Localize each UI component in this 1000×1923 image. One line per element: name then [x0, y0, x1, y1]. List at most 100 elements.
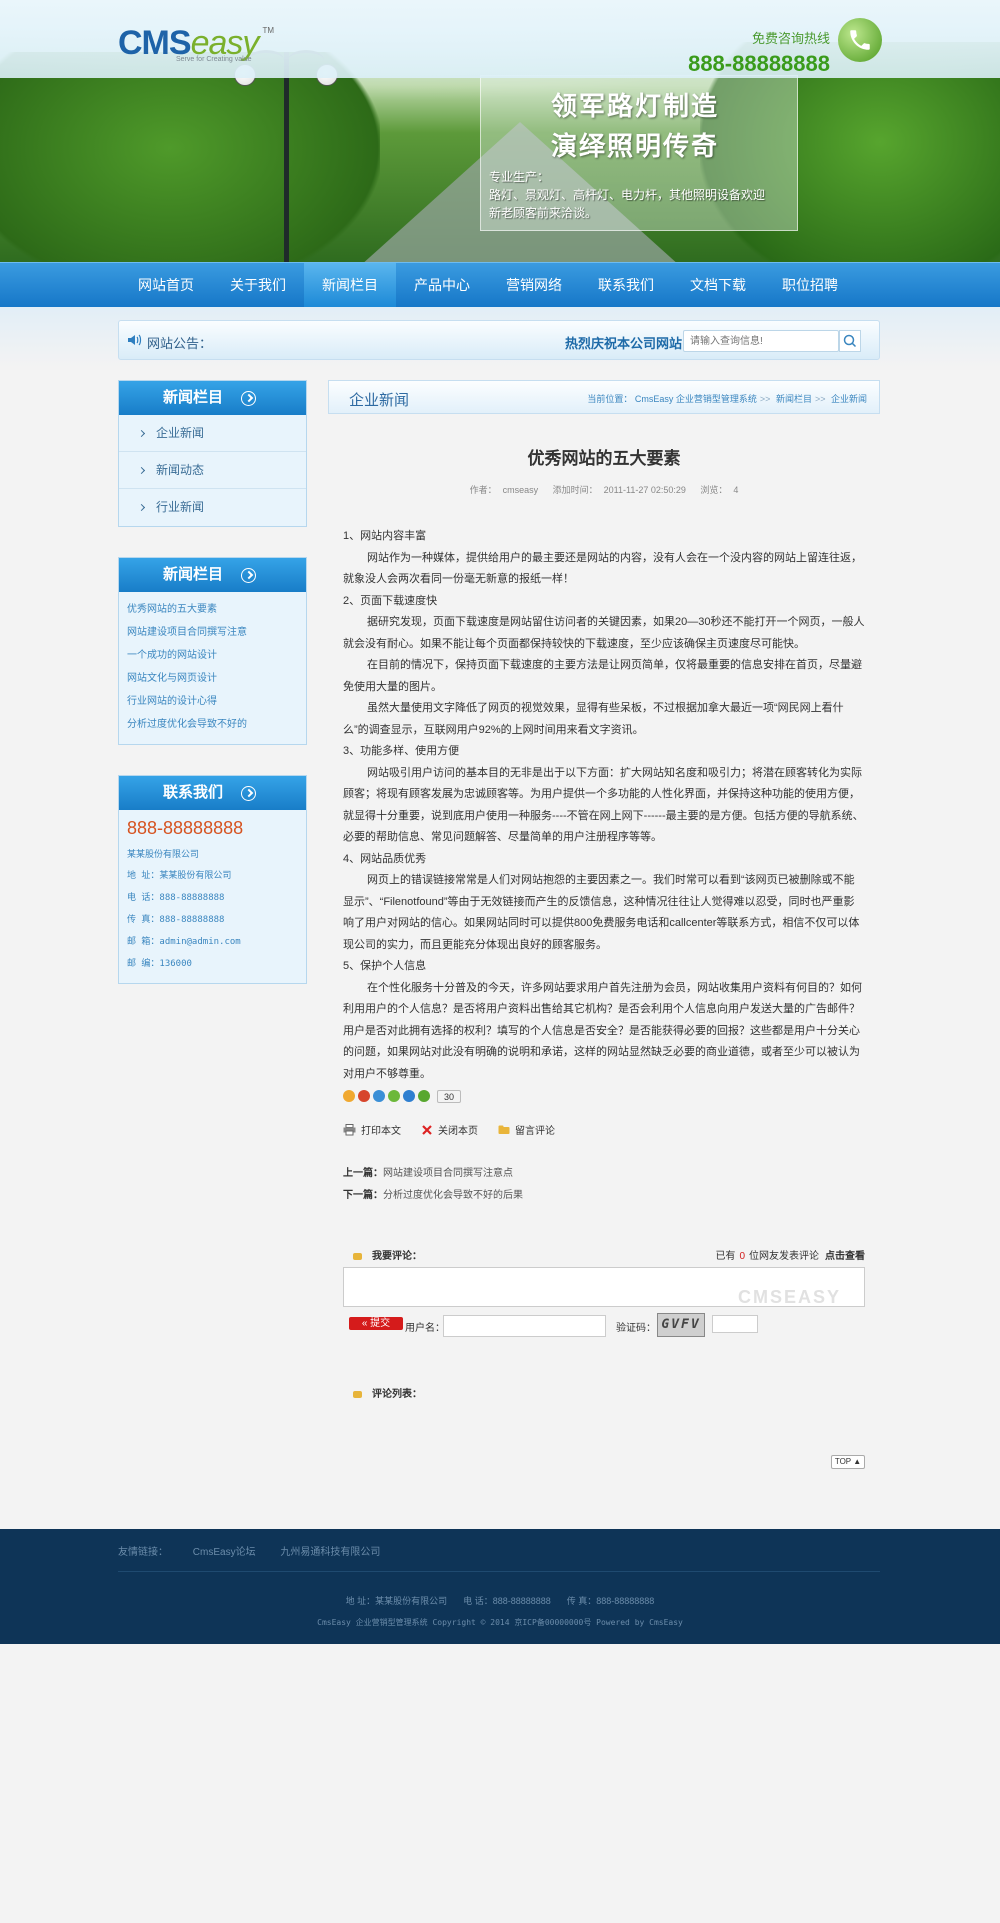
username-input[interactable] [443, 1315, 606, 1337]
share-bar: 30 [343, 1088, 880, 1104]
article-paragraph: 据研究发现，页面下载速度是网站留住访问者的关键因素，如果20—30秒还不能打开一… [343, 616, 865, 650]
article-paragraph: 网站作为一种媒体，提供给用户的最主要还是网站的内容，没有人会在一个没内容的网站上… [343, 551, 862, 586]
category-item[interactable]: 企业新闻 [119, 415, 306, 452]
breadcrumb-link[interactable]: 新闻栏目 [776, 394, 812, 404]
category-item[interactable]: 行业新闻 [119, 489, 306, 526]
article-paragraph: 在目前的情况下，保持页面下载速度的主要方法是让网页简单，仅将最重要的信息安排在首… [343, 659, 862, 693]
comment-stats: 已有 0 位网友发表评论 点击查看 [715, 1251, 865, 1262]
news-link[interactable]: 优秀网站的五大要素 [127, 598, 298, 621]
prev-article-link[interactable]: 网站建设项目合同撰写注意点 [383, 1168, 513, 1179]
news-box: 新闻栏目 优秀网站的五大要素 网站建设项目合同撰写注意 一个成功的网站设计 网站… [118, 557, 307, 745]
site-logo[interactable]: CMSeasy TM Serve for Creating value [118, 26, 278, 70]
comment-section: 我要评论： 已有 0 位网友发表评论 点击查看 CMSEASY « 提交 用户名： 验… [343, 1247, 865, 1405]
share-icon[interactable] [373, 1090, 385, 1102]
category-item[interactable]: 新闻动态 [119, 452, 306, 489]
captcha-image[interactable]: GVFV [657, 1313, 705, 1337]
phone-icon [838, 18, 882, 62]
article-paragraph: 在个性化服务十分普及的今天，许多网站要求用户首先注册为会员，网站收集用户资料有何… [343, 981, 862, 1080]
article-heading: 5、保护个人信息 [343, 960, 427, 972]
chevron-right-icon [137, 467, 146, 475]
breadcrumb-link[interactable]: 企业新闻 [831, 394, 867, 404]
close-page-button[interactable]: 关闭本页 [421, 1122, 478, 1137]
category-box: 新闻栏目 企业新闻 新闻动态 行业新闻 [118, 380, 307, 527]
contact-box: 联系我们 888-88888888 某某股份有限公司 地 址：某某股份有限公司 … [118, 775, 307, 984]
article-paragraph: 网页上的错误链接常常是人们对网站抱怨的主要因素之一。我们时常可以看到“该网页已被… [343, 874, 860, 951]
arrow-right-icon[interactable] [241, 568, 256, 583]
nav-item-network[interactable]: 营销网络 [488, 263, 580, 307]
next-article: 下一篇：分析过度优化会导致不好的后果 [343, 1190, 523, 1201]
back-to-top-button[interactable]: TOP ▲ [831, 1455, 865, 1469]
nav-item-home[interactable]: 网站首页 [120, 263, 212, 307]
news-link[interactable]: 行业网站的设计心得 [127, 690, 298, 713]
news-box-title: 新闻栏目 [163, 566, 224, 583]
breadcrumb-link[interactable]: CmsEasy 企业营销型管理系统 [635, 394, 757, 404]
submit-button[interactable]: « 提交 [349, 1317, 403, 1330]
share-icon[interactable] [388, 1090, 400, 1102]
article-column: 企业新闻 当前位置： CmsEasy 企业营销型管理系统 >> 新闻栏目 >> 企业… [328, 380, 880, 1469]
comment-list-title: 评论列表： [353, 1385, 422, 1400]
arrow-right-icon[interactable] [241, 786, 256, 801]
nav-item-products[interactable]: 产品中心 [396, 263, 488, 307]
comment-title: 我要评论： [353, 1247, 422, 1262]
news-link[interactable]: 网站文化与网页设计 [127, 667, 298, 690]
nav-item-about[interactable]: 关于我们 [212, 263, 304, 307]
search-input[interactable] [684, 331, 834, 351]
nav-item-news[interactable]: 新闻栏目 [304, 263, 396, 307]
captcha-label: 验证码： [616, 1323, 656, 1334]
header: CMSeasy TM Serve for Creating value 免费咨询… [0, 0, 1000, 78]
article-paragraph: 虽然大量使用文字降低了网页的视觉效果，显得有些呆板，不过根据加拿大最近一项“网民… [343, 702, 844, 736]
contact-row: 电 话：888-88888888 [127, 893, 225, 903]
notice-bar: 网站公告： 热烈庆祝本公司网站 [118, 320, 880, 360]
hotline: 免费咨询热线 888-88888888 [688, 28, 830, 77]
search-icon [843, 334, 857, 348]
article-body: 1、网站内容丰富网站作为一种媒体，提供给用户的最主要还是网站的内容，没有人会在一… [343, 526, 865, 1086]
view-comments-link[interactable]: 点击查看 [825, 1251, 865, 1262]
share-icon[interactable] [418, 1090, 430, 1102]
banner-promo-box: 领军路灯制造 演绎照明传奇 专业生产： 路灯、景观灯、高杆灯、电力杆，其他照明设… [480, 75, 798, 231]
arrow-right-icon[interactable] [241, 391, 256, 406]
contact-row: 地 址：某某股份有限公司 [127, 871, 232, 881]
friend-links: 友情链接： CmsEasy论坛 九州易通科技有限公司 [118, 1547, 381, 1558]
friend-link[interactable]: CmsEasy论坛 [193, 1547, 256, 1558]
contact-row: 传 真：888-88888888 [127, 915, 225, 925]
username-label: 用户名： [405, 1323, 445, 1334]
nav-item-jobs[interactable]: 职位招聘 [764, 263, 856, 307]
contact-company: 某某股份有限公司 [127, 849, 200, 859]
section-title: 企业新闻 [349, 392, 410, 409]
nav-item-contact[interactable]: 联系我们 [580, 263, 672, 307]
share-icon[interactable] [403, 1090, 415, 1102]
contact-row: 邮 箱：admin@admin.com [127, 937, 241, 947]
contact-phone: 888-88888888 [127, 818, 244, 838]
article-heading: 4、网站品质优秀 [343, 852, 427, 865]
contact-box-title: 联系我们 [163, 784, 224, 801]
hotline-label: 免费咨询热线 [751, 31, 830, 46]
notice-message[interactable]: 热烈庆祝本公司网站 [565, 333, 682, 352]
close-icon [422, 1124, 432, 1135]
sidebar: 新闻栏目 企业新闻 新闻动态 行业新闻 新闻栏目 优秀网站的五大要素 网站建设项… [118, 380, 307, 1014]
article-heading: 3、功能多样、使用方便 [343, 745, 460, 757]
comment-link[interactable]: 留言评论 [498, 1122, 555, 1137]
prev-next-links: 上一篇：网站建设项目合同撰写注意点 下一篇：分析过度优化会导致不好的后果 [343, 1163, 880, 1207]
breadcrumb-bar: 企业新闻 当前位置： CmsEasy 企业营销型管理系统 >> 新闻栏目 >> 企业… [328, 380, 880, 414]
news-link[interactable]: 网站建设项目合同撰写注意 [127, 621, 298, 644]
search-box [683, 330, 839, 352]
news-link[interactable]: 一个成功的网站设计 [127, 644, 298, 667]
search-button[interactable] [839, 330, 861, 352]
news-link[interactable]: 分析过度优化会导致不好的 [127, 713, 298, 736]
category-box-title: 新闻栏目 [163, 389, 224, 406]
promo-headline-2: 演绎照明传奇 [551, 132, 720, 162]
article-heading: 1、网站内容丰富 [343, 530, 427, 542]
chevron-right-icon [137, 430, 146, 438]
article-title: 优秀网站的五大要素 [527, 449, 681, 468]
footer-copyright: CmsEasy 企业营销型管理系统 Copyright © 2014 京ICP备… [317, 1618, 683, 1627]
share-count: 30 [437, 1089, 462, 1103]
promo-description: 专业生产： 路灯、景观灯、高杆灯、电力杆，其他照明设备欢迎 新老顾客前来洽谈。 [489, 170, 766, 220]
share-icon[interactable] [358, 1090, 370, 1102]
friend-link[interactable]: 九州易通科技有限公司 [280, 1547, 380, 1558]
next-article-link[interactable]: 分析过度优化会导致不好的后果 [383, 1190, 523, 1201]
share-icon[interactable] [343, 1090, 355, 1102]
prev-article: 上一篇：网站建设项目合同撰写注意点 [343, 1168, 513, 1179]
nav-item-downloads[interactable]: 文档下载 [672, 263, 764, 307]
captcha-input[interactable] [712, 1315, 758, 1333]
print-button[interactable]: 打印本文 [343, 1122, 401, 1137]
